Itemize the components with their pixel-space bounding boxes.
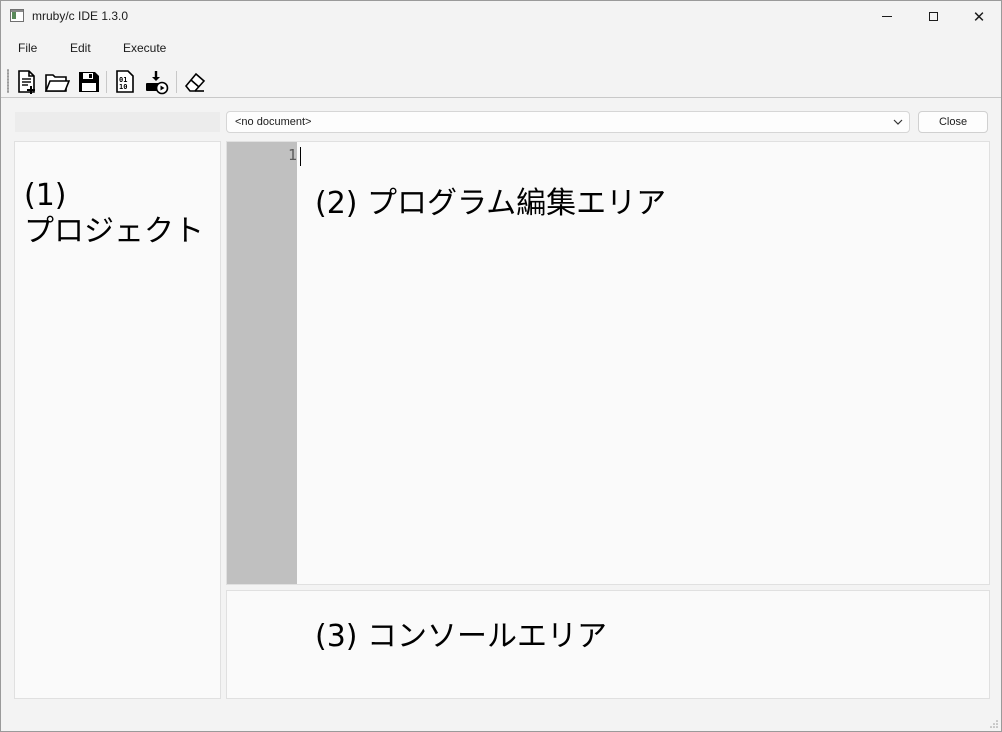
new-file-button[interactable] xyxy=(14,69,40,95)
line-number-gutter: 1 xyxy=(227,142,297,584)
menu-file[interactable]: File xyxy=(18,41,37,55)
text-caret xyxy=(300,147,301,166)
maximize-icon xyxy=(928,12,938,21)
program-editor[interactable]: 1 (2) プログラム編集エリア xyxy=(226,141,990,585)
toolbar-separator xyxy=(106,71,107,93)
close-document-button[interactable]: Close xyxy=(918,111,988,133)
project-header xyxy=(15,112,220,132)
clear-console-button[interactable] xyxy=(182,69,208,95)
window-title: mruby/c IDE 1.3.0 xyxy=(32,9,129,23)
compile-icon: 01 10 xyxy=(116,70,134,93)
toolbar-grip[interactable] xyxy=(7,69,9,93)
toolbar: 01 10 xyxy=(1,65,1001,98)
minimize-icon xyxy=(882,16,892,17)
console-area-label: (3) コンソールエリア xyxy=(315,619,608,654)
download-run-button[interactable] xyxy=(144,69,170,95)
save-icon xyxy=(79,72,99,92)
document-select-value: <no document> xyxy=(235,116,312,128)
toolbar-separator xyxy=(176,71,177,93)
eraser-icon xyxy=(184,72,206,92)
editor-area-label: (2) プログラム編集エリア xyxy=(315,186,667,221)
open-button[interactable] xyxy=(44,69,71,95)
compile-button[interactable]: 01 10 xyxy=(112,69,138,95)
resize-grip-icon[interactable] xyxy=(989,719,999,729)
project-panel-label: (1) プロジェクト xyxy=(24,178,204,249)
minimize-button[interactable] xyxy=(864,1,910,32)
app-icon xyxy=(10,9,24,22)
save-button[interactable] xyxy=(76,69,102,95)
project-panel[interactable]: (1) プロジェクト xyxy=(14,141,221,699)
app-window: mruby/c IDE 1.3.0 ✕ File Edit Execute 01… xyxy=(0,0,1002,732)
chevron-down-icon xyxy=(893,119,903,125)
console-area[interactable]: (3) コンソールエリア xyxy=(226,590,990,699)
menu-execute[interactable]: Execute xyxy=(123,41,166,55)
download-run-icon xyxy=(146,71,169,95)
close-window-button[interactable]: ✕ xyxy=(956,1,1001,32)
menu-bar: File Edit Execute xyxy=(1,37,1001,59)
document-select[interactable]: <no document> xyxy=(226,111,910,133)
close-icon: ✕ xyxy=(972,8,986,26)
maximize-button[interactable] xyxy=(910,1,956,32)
title-bar: mruby/c IDE 1.3.0 ✕ xyxy=(1,1,1001,33)
menu-edit[interactable]: Edit xyxy=(70,41,91,55)
new-file-icon xyxy=(18,70,35,94)
line-number: 1 xyxy=(287,146,297,164)
open-folder-icon xyxy=(44,74,71,92)
svg-text:10: 10 xyxy=(119,83,127,91)
